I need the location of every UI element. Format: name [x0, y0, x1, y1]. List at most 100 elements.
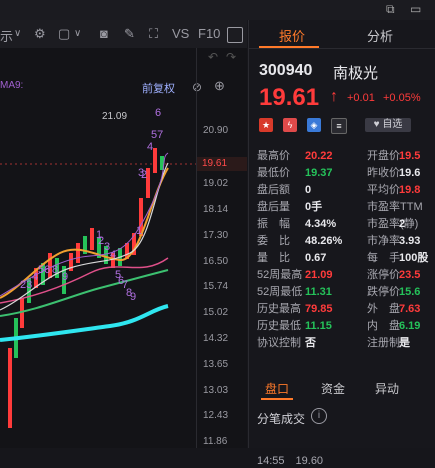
stat-label: 市盈率(静): [367, 218, 419, 230]
stat-row: 52周最高 21.09: [257, 267, 333, 283]
svg-text:23: 23: [20, 279, 32, 291]
stat-label: 涨停价: [367, 269, 400, 281]
stat-row: 昨收价 19.6: [367, 165, 420, 181]
tab-funds[interactable]: 资金: [321, 380, 345, 397]
stat-label: 昨收价: [367, 167, 400, 179]
stat-value: 是: [399, 337, 410, 349]
tick-label: 17.30: [203, 230, 229, 241]
stat-value: 19.37: [305, 167, 333, 179]
tick-label: 15.02: [203, 307, 229, 318]
bottom-tabs: 盘口 资金 异动: [249, 376, 435, 400]
stat-row: 最低价 19.37: [257, 165, 333, 181]
period-caret-icon[interactable]: ∨: [14, 28, 21, 39]
stat-row: 52周最低 11.31: [257, 284, 332, 300]
stat-value: 0手: [305, 201, 323, 213]
info-icon[interactable]: i: [311, 408, 327, 424]
tick-label: 19.02: [203, 178, 229, 189]
stat-row: 每 手 100股: [367, 250, 428, 266]
tab-order-book[interactable]: 盘口: [265, 380, 289, 397]
price-axis: 20.90 19.61 19.02 18.14 17.30 16.50 15.7…: [196, 48, 247, 448]
lightning-icon: ϟ: [283, 118, 297, 132]
stat-row: 跌停价 15.6: [367, 284, 420, 300]
svg-text:3: 3: [138, 167, 144, 179]
stat-label: 盘后额: [257, 184, 290, 196]
tab-analysis[interactable]: 分析: [367, 26, 393, 45]
active-tab-indicator: [259, 46, 319, 48]
svg-text:4: 4: [110, 249, 116, 261]
stat-row: 开盘价 19.5: [367, 148, 420, 164]
price-change-pct: +0.05%: [383, 92, 421, 104]
flag-icon: ★: [259, 118, 273, 132]
compare-button[interactable]: VS: [172, 26, 189, 41]
stat-label: 历史最高: [257, 303, 301, 315]
stat-label: 外 盘: [367, 303, 400, 315]
camera-icon[interactable]: ◙: [100, 26, 108, 41]
chart-toolbar: 示 ∨ ⚙ ▢ ∨ ◙ ✎ ⛶ VS F10: [0, 20, 247, 49]
document-icon[interactable]: ≡: [331, 118, 347, 134]
tick-label: 18.14: [203, 204, 229, 215]
stat-value: 79.85: [305, 303, 333, 315]
stat-label: 协议控制: [257, 337, 301, 349]
stat-row: 振 幅 4.34%: [257, 216, 336, 232]
stat-value: 19.6: [399, 167, 421, 179]
up-arrow-icon: ↑: [330, 88, 338, 105]
stat-row: 盘后量 0手: [257, 199, 322, 215]
stat-value: 15.6: [399, 286, 421, 298]
quote-tabs: 报价 分析: [249, 20, 435, 49]
stat-value: 20.22: [305, 150, 333, 162]
stat-value: 6.19: [399, 320, 421, 332]
stat-label: 每 手: [367, 252, 400, 264]
stat-row: 注册制是: [367, 335, 410, 351]
settings-icon[interactable]: ⚙: [34, 26, 46, 42]
stat-value: 0: [305, 184, 312, 196]
tick-label: 16.50: [203, 256, 229, 267]
tick-trades-title: 分笔成交: [257, 412, 306, 426]
fullscreen-icon[interactable]: ⛶: [149, 26, 158, 42]
stat-row: 历史最低 11.15: [257, 318, 332, 334]
stat-label: 委 比: [257, 235, 290, 247]
stat-label: 跌停价: [367, 286, 400, 298]
period-selector[interactable]: 示: [0, 26, 13, 45]
stat-row: 协议控制否: [257, 335, 316, 351]
stat-label: 注册制: [367, 337, 400, 349]
stat-value: 0.67: [305, 252, 327, 264]
tick-label: 15.74: [203, 281, 229, 292]
f10-button[interactable]: F10: [198, 26, 220, 41]
tick-label: 14.32: [203, 333, 229, 344]
stat-value: 2: [399, 218, 406, 230]
tick-label: 13.65: [203, 359, 229, 370]
stat-label: 开盘价: [367, 150, 400, 162]
stat-label: 振 幅: [257, 218, 290, 230]
stat-row: 盘后额 0: [257, 182, 311, 198]
stat-label: 52周最高: [257, 269, 303, 281]
svg-text:1: 1: [136, 225, 142, 237]
stat-row: 市净率 3.93: [367, 233, 420, 249]
stat-row: 涨停价 23.5: [367, 267, 420, 283]
quote-panel: 报价 分析 300940 南极光 19.61 ↑ +0.01 +0.05% ★ …: [249, 20, 435, 467]
stat-row: 历史最高 79.85: [257, 301, 333, 317]
stat-value: 23.5: [399, 269, 421, 281]
stat-row: 市盈率(静) 2: [367, 216, 418, 232]
bottom-tab-indicator: [261, 398, 293, 400]
window-layout-icon[interactable]: ▢: [58, 26, 70, 42]
current-price-marker: 19.61: [197, 157, 247, 171]
stat-value: 7.63: [399, 303, 421, 315]
stat-label: 市盈率TTM: [367, 201, 423, 213]
svg-text:57: 57: [151, 129, 163, 141]
sidebar-toggle-icon[interactable]: [227, 27, 243, 43]
add-watchlist-button[interactable]: ♥ 自选: [365, 118, 411, 132]
stat-row: 外 盘 7.63: [367, 301, 420, 317]
kline-chart[interactable]: MA9: 前复权 ⊘ ⊕ ↶ ↷ 21.09 6 57 4 2 3 1 23 4…: [0, 48, 247, 448]
price-change: +0.01: [347, 92, 375, 104]
tick-label: 20.90: [203, 125, 229, 136]
window-icon[interactable]: ▭: [410, 2, 421, 16]
tab-quote[interactable]: 报价: [279, 26, 305, 45]
tab-unusual[interactable]: 异动: [375, 380, 399, 397]
restore-icon[interactable]: ⧉: [386, 2, 395, 17]
stat-value: 48.26%: [305, 235, 343, 247]
stat-row: 市盈率TTM: [367, 199, 423, 215]
stock-code: 300940: [259, 62, 313, 79]
stat-row: 委 比 48.26%: [257, 233, 342, 249]
pencil-icon[interactable]: ✎: [124, 26, 135, 42]
layout-caret-icon[interactable]: ∨: [74, 28, 81, 39]
